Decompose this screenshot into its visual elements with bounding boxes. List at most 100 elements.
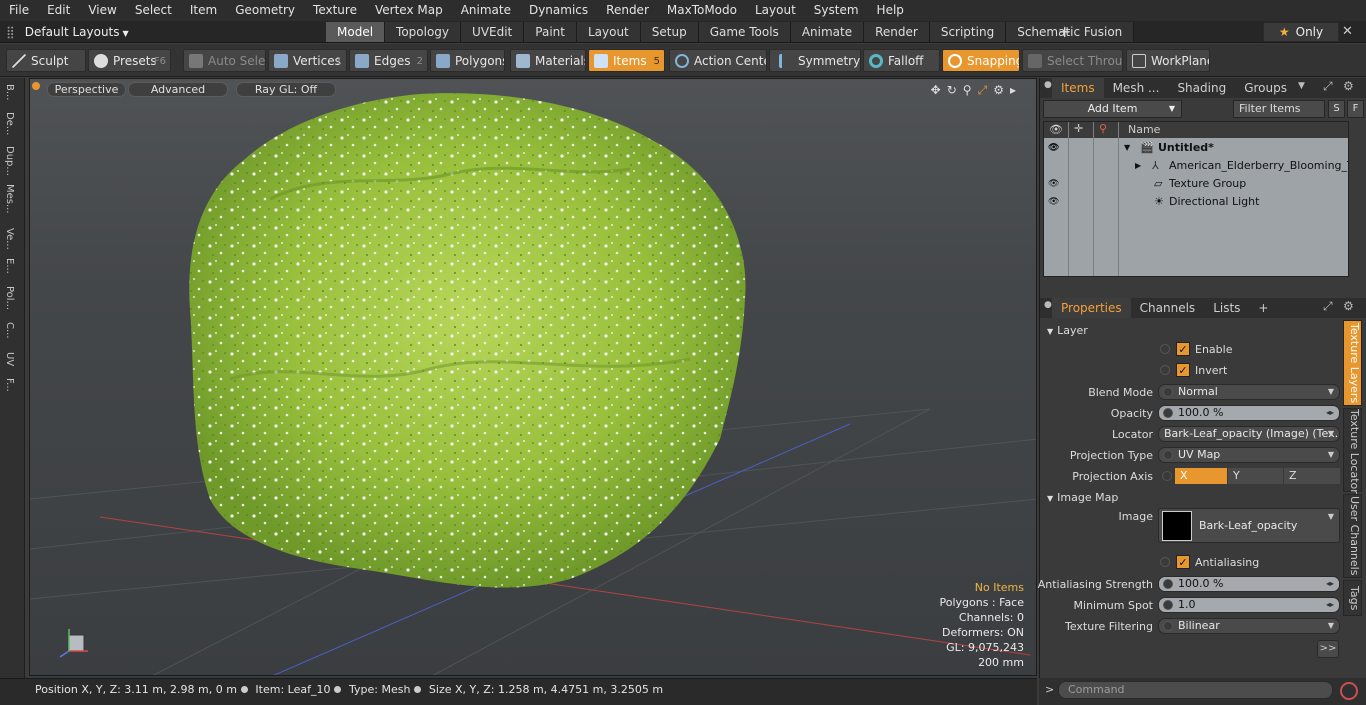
symmetry-button[interactable]: Symmetry — [769, 49, 861, 72]
image-select[interactable]: Bark-Leaf_opacity ▼ — [1158, 508, 1340, 543]
tab-topology[interactable]: Topology — [385, 22, 462, 42]
tab-model[interactable]: Model — [326, 22, 386, 42]
layer-section[interactable]: ▼ Layer — [1047, 324, 1088, 337]
add-tab-button[interactable]: + — [1249, 298, 1277, 318]
tab-texture-locator[interactable]: Texture Locator — [1343, 408, 1362, 494]
tab-scripting[interactable]: Scripting — [929, 22, 1007, 42]
tab-uvedit[interactable]: UVEdit — [461, 22, 525, 42]
menu-vertex-map[interactable]: Vertex Map — [366, 0, 452, 21]
tree-row-elderberry[interactable]: ▶ ⅄ American_Elderberry_Blooming_Tr... — [1044, 157, 1348, 175]
gear-icon[interactable]: ⚙ — [1343, 299, 1354, 313]
texture-filtering-select[interactable]: Bilinear ▼ — [1158, 618, 1340, 634]
left-tab-vertex[interactable]: Ve... — [4, 228, 15, 250]
tab-animate[interactable]: Animate — [790, 22, 865, 42]
menu-file[interactable]: File — [0, 0, 38, 21]
left-tab-mesh-edit[interactable]: Mes... — [4, 184, 15, 214]
tab-game-tools[interactable]: Game Tools — [698, 22, 791, 42]
menu-render[interactable]: Render — [597, 0, 658, 21]
tab-texture-layers[interactable]: Texture Layers — [1343, 320, 1362, 406]
tab-channels[interactable]: Channels — [1131, 298, 1205, 318]
3d-viewport[interactable]: Perspective Advanced Ray GL: Off ✥↻⚲⤢⚙▸ … — [29, 78, 1037, 676]
panel-menu-icon[interactable]: ● — [1044, 80, 1052, 90]
axis-z-button[interactable]: Z — [1284, 468, 1340, 484]
eye-icon[interactable]: 👁 — [1048, 193, 1059, 211]
close-icon[interactable]: ✕ — [1342, 21, 1353, 43]
image-map-section[interactable]: ▼ Image Map — [1047, 491, 1118, 504]
move-icon[interactable]: ✥ — [931, 83, 947, 97]
projection-type-select[interactable]: UV Map ▼ — [1158, 447, 1340, 463]
eye-icon[interactable]: 👁 — [1048, 139, 1059, 157]
tab-tags[interactable]: Tags — [1343, 580, 1362, 616]
more-button[interactable]: >> — [1317, 640, 1339, 658]
left-tab-fusion[interactable]: F... — [4, 378, 15, 392]
rotate-icon[interactable]: ↻ — [947, 83, 963, 97]
zoom-icon[interactable]: ⚲ — [963, 83, 978, 97]
expand-triangle-icon[interactable]: ▶ — [1135, 157, 1141, 175]
enable-checkbox[interactable]: ✓ — [1160, 341, 1190, 358]
menu-item[interactable]: Item — [181, 0, 226, 21]
workplane-button[interactable]: WorkPlane — [1126, 49, 1210, 72]
tab-items[interactable]: Items — [1052, 78, 1104, 98]
left-tab-duplicate[interactable]: Dup... — [4, 146, 15, 176]
menu-select[interactable]: Select — [126, 0, 181, 21]
filter-items-input[interactable]: Filter Items — [1233, 100, 1325, 118]
left-tab-polygon[interactable]: Pol... — [4, 286, 15, 310]
left-tab-edge[interactable]: E... — [4, 258, 15, 274]
tab-setup[interactable]: Setup — [640, 22, 699, 42]
eye-icon[interactable]: 👁 — [1048, 175, 1059, 193]
tab-paint[interactable]: Paint — [524, 22, 577, 42]
expand-icon[interactable]: ⤢ — [1323, 299, 1333, 314]
tab-properties[interactable]: Properties — [1052, 298, 1131, 318]
record-icon[interactable] — [1340, 682, 1358, 700]
tab-shading[interactable]: Shading — [1168, 78, 1235, 98]
left-tab-uv[interactable]: UV — [4, 352, 15, 366]
fit-icon[interactable]: ⤢ — [978, 83, 994, 97]
locator-select[interactable]: Bark-Leaf_opacity (Image) (Tex... ▼ — [1158, 426, 1340, 442]
slider-arrows-icon[interactable]: ◂▸ — [1326, 598, 1334, 612]
aa-strength-field[interactable]: 100.0 % ◂▸ — [1158, 576, 1340, 592]
polygons-button[interactable]: Polygons — [430, 49, 505, 72]
perspective-button[interactable]: Perspective — [47, 82, 126, 97]
menu-system[interactable]: System — [805, 0, 868, 21]
materials-button[interactable]: Materials — [510, 49, 586, 72]
snapping-button[interactable]: Snapping — [942, 49, 1020, 72]
sculpt-button[interactable]: Sculpt — [6, 49, 86, 72]
f-button[interactable]: F — [1347, 100, 1364, 118]
menu-geometry[interactable]: Geometry — [226, 0, 304, 21]
only-button[interactable]: ★ Only — [1263, 22, 1339, 42]
presets-button[interactable]: Presets F6 — [88, 49, 171, 72]
select-through-button[interactable]: Select Through — [1022, 49, 1123, 72]
falloff-button[interactable]: Falloff — [863, 49, 940, 72]
expand-icon[interactable]: ⤢ — [1323, 79, 1333, 94]
name-column-header[interactable]: Name — [1128, 123, 1160, 136]
tab-lists[interactable]: Lists — [1204, 298, 1249, 318]
vertices-button[interactable]: Vertices 1 — [268, 49, 347, 72]
axis-y-button[interactable]: Y — [1228, 468, 1283, 484]
tab-render[interactable]: Render — [864, 22, 930, 42]
tab-groups[interactable]: Groups — [1235, 78, 1296, 98]
tab-layout[interactable]: Layout — [576, 22, 641, 42]
blend-mode-select[interactable]: Normal ▼ — [1158, 384, 1340, 400]
play-icon[interactable]: ▸ — [1010, 83, 1022, 97]
chevron-down-icon[interactable]: ▼ — [1298, 81, 1305, 91]
axis-x-button[interactable]: X — [1175, 468, 1227, 484]
opacity-field[interactable]: 100.0 % ◂▸ — [1158, 405, 1340, 421]
menu-texture[interactable]: Texture — [304, 0, 366, 21]
menu-maxtomodo[interactable]: MaxToModo — [658, 0, 746, 21]
panel-menu-icon[interactable]: ● — [1044, 300, 1052, 310]
add-item-button[interactable]: Add Item ▼ — [1043, 100, 1182, 118]
menu-edit[interactable]: Edit — [38, 0, 79, 21]
tab-mesh[interactable]: Mesh ... — [1104, 78, 1169, 98]
left-tab-basic[interactable]: B... — [4, 84, 15, 100]
locator-icon[interactable]: ⚲ — [1099, 122, 1107, 135]
menu-dynamics[interactable]: Dynamics — [520, 0, 597, 21]
raygl-button[interactable]: Ray GL: Off — [236, 82, 336, 97]
default-layouts-dropdown[interactable]: ⣿ Default Layouts ▼ — [6, 21, 129, 43]
tree-row-untitled[interactable]: 👁 ▼ 🎬 Untitled* — [1044, 139, 1348, 157]
lock-icon[interactable]: ✛ — [1074, 122, 1083, 135]
auto-select-button[interactable]: Auto Select — [183, 49, 266, 72]
invert-checkbox[interactable]: ✓ — [1160, 362, 1190, 379]
slider-arrows-icon[interactable]: ◂▸ — [1326, 577, 1334, 591]
add-tab-button[interactable]: + — [1058, 21, 1071, 43]
items-button[interactable]: Items 5 — [588, 49, 665, 72]
